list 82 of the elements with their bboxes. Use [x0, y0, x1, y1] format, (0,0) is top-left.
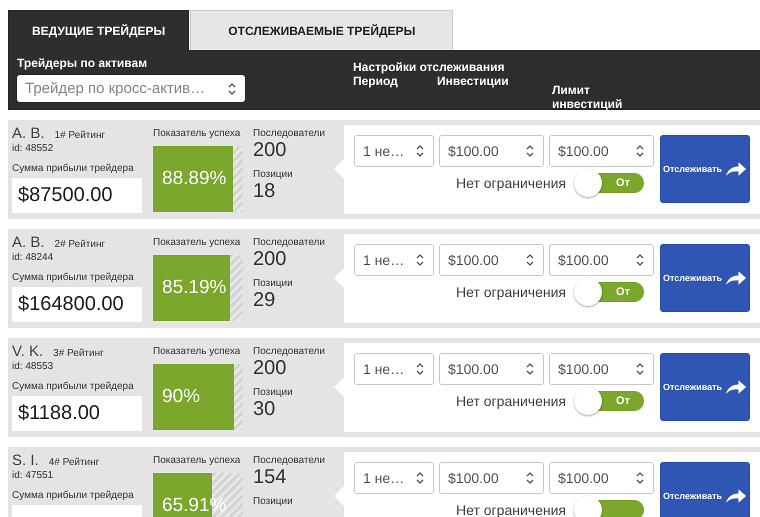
column-header: Лимит инвестиций: [552, 83, 622, 111]
trader-name: A. B.: [12, 125, 45, 142]
follow-button[interactable]: Отслеживать: [660, 135, 750, 203]
updown-icon: [525, 362, 535, 376]
no-limit-label: Нет ограничения: [456, 176, 566, 190]
positions-label: Позиции: [253, 169, 294, 180]
trader-name: V. K.: [12, 343, 44, 360]
profit-label: Сумма прибыли трейдера: [12, 490, 135, 501]
success-label: Показатель успеха: [153, 455, 242, 466]
profit-label: Сумма прибыли трейдера: [12, 381, 135, 392]
followers-count: 154: [253, 466, 288, 488]
updown-icon: [525, 144, 535, 158]
success-label: Показатель успеха: [153, 346, 242, 357]
follow-button[interactable]: Отслеживать: [660, 244, 750, 312]
profit-field: $1188.00: [12, 396, 142, 431]
settings-title: Настройки отслеживания: [353, 60, 506, 74]
success-rate: 90%: [161, 386, 200, 408]
updown-icon: [635, 471, 645, 485]
trader-id: id: 48553: [12, 361, 54, 372]
followers-count: 200: [253, 139, 288, 161]
limit-toggle[interactable]: [574, 496, 644, 517]
success-label: Показатель успеха: [153, 237, 242, 248]
positions-label: Позиции: [253, 387, 294, 398]
positions-label: Позиции: [253, 278, 294, 289]
column-header: Период: [353, 74, 399, 90]
follow-button[interactable]: Отслеживать: [660, 353, 750, 421]
positions-label: Позиции: [253, 496, 294, 507]
column-header: Инвестиции: [437, 74, 510, 90]
limit-select[interactable]: $100.00: [549, 353, 654, 385]
tab[interactable]: ВЕДУЩИЕ ТРЕЙДЕРЫ: [8, 10, 190, 50]
trader-id: id: 48244: [12, 252, 54, 263]
period-select[interactable]: 1 не…: [354, 462, 434, 494]
success-rate: 85.19%: [161, 277, 226, 299]
success-label: Показатель успеха: [153, 128, 242, 139]
asset-select[interactable]: Трейдер по кросс-актив…: [17, 75, 245, 102]
profit-field: $87500.00: [12, 178, 142, 213]
positions-count: 29: [253, 289, 276, 311]
positions-count: 18: [253, 180, 276, 202]
trader-id: id: 47551: [12, 470, 54, 481]
limit-select[interactable]: $100.00: [549, 135, 654, 167]
limit-select[interactable]: $100.00: [549, 462, 654, 494]
success-rate: 88.89%: [161, 168, 226, 190]
followers-label: Последователи: [253, 346, 326, 357]
rating: 3# Рейтинг: [53, 348, 104, 359]
updown-icon: [635, 362, 645, 376]
followers-label: Последователи: [253, 237, 326, 248]
updown-icon: [415, 144, 425, 158]
investment-select[interactable]: $100.00: [439, 353, 544, 385]
investment-select[interactable]: $100.00: [439, 462, 544, 494]
updown-icon: [415, 253, 425, 267]
rating: 4# Рейтинг: [48, 457, 100, 468]
period-select[interactable]: 1 не…: [354, 353, 434, 385]
positions-count: 30: [253, 398, 276, 420]
updown-icon: [415, 362, 425, 376]
followers-label: Последователи: [253, 455, 326, 466]
rating: 1# Рейтинг: [54, 130, 106, 141]
filter-label: Трейдеры по активам: [17, 56, 148, 70]
investment-select[interactable]: $100.00: [439, 135, 544, 167]
followers-count: 200: [253, 357, 288, 379]
followers-label: Последователи: [253, 128, 326, 139]
updown-icon: [635, 253, 645, 267]
updown-icon: [415, 471, 425, 485]
updown-icon: [635, 144, 645, 158]
follow-button[interactable]: Отслеживать: [660, 462, 750, 517]
no-limit-label: Нет ограничения: [456, 394, 566, 408]
trader-id: id: 48552: [12, 143, 54, 154]
updown-icon: [525, 253, 535, 267]
updown-icon: [227, 82, 237, 96]
tab[interactable]: ОТСЛЕЖИВАЕМЫЕ ТРЕЙДЕРЫ: [190, 10, 454, 50]
limit-select[interactable]: $100.00: [549, 244, 654, 276]
period-select[interactable]: 1 не…: [354, 135, 434, 167]
no-limit-label: Нет ограничения: [456, 284, 566, 300]
trader-name: S. I.: [12, 452, 39, 469]
followers-count: 200: [253, 248, 288, 270]
updown-icon: [525, 471, 535, 485]
profit-field: $164800.00: [12, 287, 142, 322]
rating: 2# Рейтинг: [54, 239, 106, 250]
profit-label: Сумма прибыли трейдера: [12, 163, 135, 174]
investment-select[interactable]: $100.00: [439, 244, 544, 276]
trader-name: A. B.: [12, 234, 45, 251]
period-select[interactable]: 1 не…: [354, 244, 434, 276]
profit-label: Сумма прибыли трейдера: [12, 272, 135, 283]
